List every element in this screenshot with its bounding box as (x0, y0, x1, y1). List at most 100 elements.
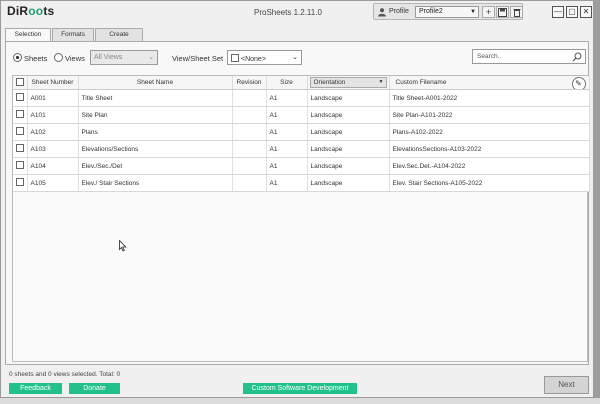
donate-button[interactable]: Donate (69, 383, 120, 394)
table-row[interactable]: A001 Title Sheet A1 Landscape Title Sheet-A0… (13, 89, 590, 107)
sheet-name-cell[interactable]: Site Plan (78, 106, 233, 124)
row-checkbox-cell (13, 106, 28, 124)
header-custom-filename[interactable]: Custom Filename ✎ (389, 76, 590, 90)
row-checkbox[interactable] (15, 161, 24, 169)
search-input[interactable]: Search.. (472, 49, 586, 64)
orientation-dropdown[interactable]: Orientation ▼ (309, 77, 387, 88)
orientation-cell[interactable]: Landscape (307, 174, 390, 192)
search-placeholder: Search.. (477, 53, 502, 60)
delete-profile-button[interactable] (510, 6, 523, 18)
views-filter-combo[interactable]: All Views ⌄ (90, 50, 158, 65)
sheet-number-cell[interactable]: A103 (27, 140, 79, 158)
size-cell[interactable]: A1 (266, 157, 308, 175)
sheet-name-cell[interactable]: Elev./ Stair Sections (78, 174, 233, 192)
row-checkbox-cell (13, 123, 28, 141)
orientation-cell[interactable]: Landscape (307, 123, 390, 141)
row-checkbox[interactable] (15, 178, 24, 186)
sheets-radio[interactable] (13, 53, 22, 62)
orientation-cell[interactable]: Landscape (307, 89, 390, 107)
header-size[interactable]: Size (266, 76, 308, 90)
set-checkbox[interactable] (231, 54, 239, 62)
user-icon (378, 8, 386, 17)
custom-filename-cell[interactable]: Elev.Sec.Det.-A104-2022 (389, 157, 590, 175)
size-cell[interactable]: A1 (266, 174, 308, 192)
search-icon[interactable] (572, 52, 582, 62)
table-header-row: Sheet Number Sheet Name Revision Size Or… (13, 76, 590, 90)
sheet-number-cell[interactable]: A105 (27, 174, 79, 192)
tab-formats[interactable]: Formats (52, 28, 94, 41)
orientation-cell[interactable]: Landscape (307, 140, 390, 158)
profile-select[interactable]: Profile2 ▼ (415, 6, 479, 18)
header-sheet-number[interactable]: Sheet Number (27, 76, 79, 90)
size-cell[interactable]: A1 (266, 140, 308, 158)
views-radio[interactable] (54, 53, 63, 62)
custom-filename-cell[interactable]: ElevationsSections-A103-2022 (389, 140, 590, 158)
sheet-name-cell[interactable]: Title Sheet (78, 89, 233, 107)
revision-cell[interactable] (232, 140, 267, 158)
table-row[interactable]: A104 Elev./Sec./Det A1 Landscape Elev.Sec.De… (13, 157, 590, 175)
row-checkbox-cell (13, 89, 28, 107)
table-row[interactable]: A101 Site Plan A1 Landscape Site Plan-A101-2… (13, 106, 590, 124)
custom-filename-cell[interactable]: Elev. Stair Sections-A105-2022 (389, 174, 590, 192)
chevron-down-icon: ▼ (470, 9, 476, 15)
row-checkbox-cell (13, 174, 28, 192)
close-button[interactable]: ✕ (580, 6, 592, 18)
prosheets-window: DiRoots ProSheets 1.2.11.0 Profile Profi… (0, 0, 594, 398)
custom-filename-cell[interactable]: Title Sheet-A001-2022 (389, 89, 590, 107)
sheet-number-cell[interactable]: A001 (27, 89, 79, 107)
sheet-name-cell[interactable]: Plans (78, 123, 233, 141)
sheet-number-cell[interactable]: A101 (27, 106, 79, 124)
sheet-number-cell[interactable]: A102 (27, 123, 79, 141)
select-all-checkbox[interactable] (15, 77, 24, 86)
view-sheet-set-combo[interactable]: <None> ⌄ (227, 50, 302, 65)
header-sheet-name[interactable]: Sheet Name (78, 76, 233, 90)
sheets-radio-label: Sheets (24, 54, 48, 63)
revision-cell[interactable] (232, 174, 267, 192)
revision-cell[interactable] (232, 106, 267, 124)
revision-cell[interactable] (232, 89, 267, 107)
maximize-button[interactable]: ▢ (566, 6, 578, 18)
header-revision[interactable]: Revision (232, 76, 267, 90)
feedback-button[interactable]: Feedback (9, 383, 62, 394)
revision-cell[interactable] (232, 157, 267, 175)
trash-icon (513, 9, 520, 17)
revision-cell[interactable] (232, 123, 267, 141)
row-checkbox[interactable] (15, 127, 24, 135)
view-sheet-set-value: <None> (241, 56, 266, 63)
custom-filename-header-label: Custom Filename (395, 79, 447, 86)
row-checkbox[interactable] (15, 110, 24, 118)
sheet-number-cell[interactable]: A104 (27, 157, 79, 175)
table-row[interactable]: A103 Elevations/Sections A1 Landscape Elevat… (13, 140, 590, 158)
sheets-table: Sheet Number Sheet Name Revision Size Or… (12, 75, 590, 362)
profile-selected-value: Profile2 (419, 8, 443, 15)
table-row[interactable]: A102 Plans A1 Landscape Plans-A102-2022 (13, 123, 590, 141)
selection-panel: Sheets Views All Views ⌄ View/Sheet Set <… (5, 41, 590, 365)
edit-icon[interactable]: ✎ (571, 77, 586, 89)
tab-create[interactable]: Create (95, 28, 143, 41)
row-checkbox[interactable] (15, 93, 24, 101)
orientation-cell[interactable]: Landscape (307, 106, 390, 124)
views-radio-label: Views (65, 54, 85, 63)
size-cell[interactable]: A1 (266, 89, 308, 107)
chevron-down-icon: ▼ (378, 79, 384, 85)
background-window-edge (594, 0, 600, 404)
row-checkbox[interactable] (15, 144, 24, 152)
tab-selection[interactable]: Selection (5, 28, 51, 42)
custom-filename-cell[interactable]: Plans-A102-2022 (389, 123, 590, 141)
header-orientation[interactable]: Orientation ▼ (307, 76, 390, 90)
sheet-name-cell[interactable]: Elev./Sec./Det (78, 157, 233, 175)
orientation-header-label: Orientation (313, 79, 346, 86)
custom-filename-cell[interactable]: Site Plan-A101-2022 (389, 106, 590, 124)
save-profile-button[interactable] (496, 6, 509, 18)
next-button[interactable]: Next (544, 376, 589, 394)
minimize-button[interactable]: — (552, 6, 564, 18)
custom-development-button[interactable]: Custom Software Development (243, 383, 357, 394)
add-profile-button[interactable]: + (482, 6, 495, 18)
size-cell[interactable]: A1 (266, 106, 308, 124)
sheet-name-cell[interactable]: Elevations/Sections (78, 140, 233, 158)
table-row[interactable]: A105 Elev./ Stair Sections A1 Landscape Elev… (13, 174, 590, 192)
size-cell[interactable]: A1 (266, 123, 308, 141)
title-bar: DiRoots ProSheets 1.2.11.0 Profile Profi… (1, 1, 593, 23)
orientation-cell[interactable]: Landscape (307, 157, 390, 175)
selection-status: 0 sheets and 0 views selected. Total: 0 (9, 371, 121, 378)
